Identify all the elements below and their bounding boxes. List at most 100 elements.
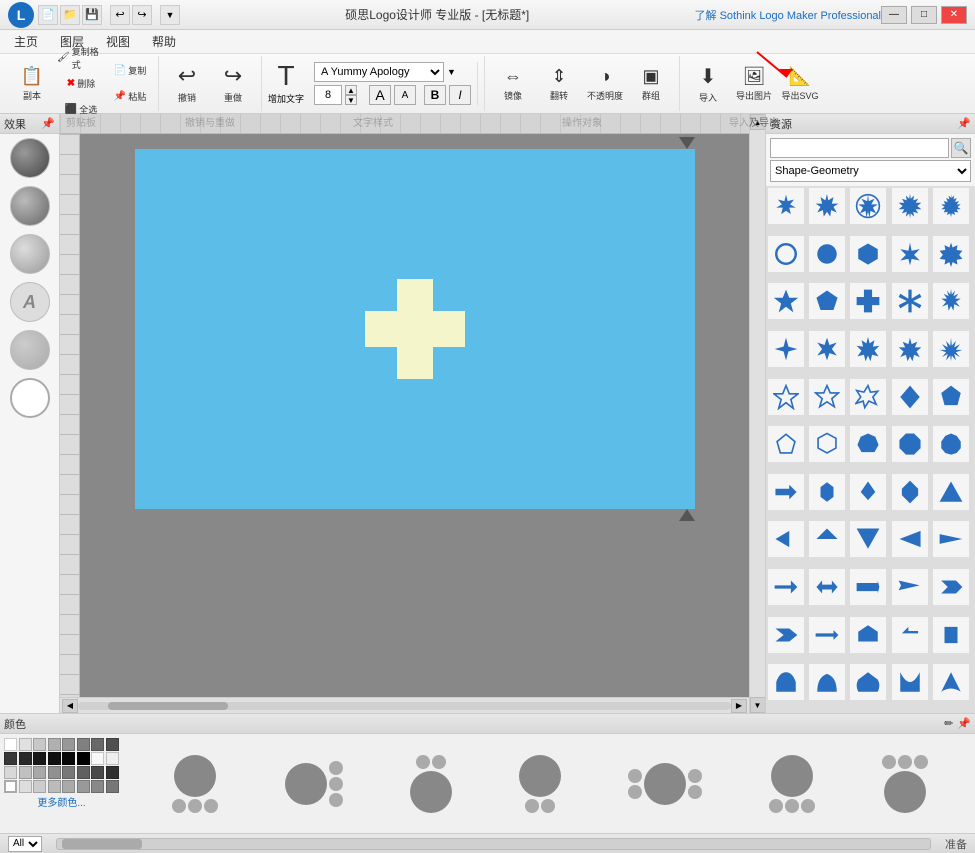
shape-parallelogram[interactable] bbox=[933, 617, 969, 653]
canvas-container[interactable] bbox=[80, 134, 749, 697]
swatch-darkgray3[interactable] bbox=[4, 752, 17, 765]
swatch-lightgray1[interactable] bbox=[19, 738, 32, 751]
shape-arrow-r2[interactable] bbox=[768, 521, 804, 557]
swatch-darkgray1[interactable] bbox=[91, 738, 104, 751]
shape-octagon[interactable] bbox=[892, 426, 928, 462]
swatch-darkgray7[interactable] bbox=[62, 752, 75, 765]
group-btn[interactable]: ▣ 群组 bbox=[629, 59, 673, 109]
hscrollbar[interactable]: ◀ ▶ bbox=[60, 697, 749, 713]
shape-star5outline[interactable] bbox=[768, 379, 804, 415]
shape-star7outline[interactable] bbox=[850, 379, 886, 415]
shape-diamond3[interactable] bbox=[850, 474, 886, 510]
import-btn[interactable]: ⬇ 导入 bbox=[686, 59, 730, 109]
effect-flat-sphere[interactable] bbox=[10, 330, 50, 370]
swatch-gray1[interactable] bbox=[48, 738, 61, 751]
swatch-silver2[interactable] bbox=[19, 766, 32, 779]
shape-curve1[interactable] bbox=[768, 664, 804, 700]
hscroll-right-btn[interactable]: ▶ bbox=[731, 699, 747, 713]
effect-dark-sphere[interactable] bbox=[10, 138, 50, 178]
new-btn[interactable]: 📄 bbox=[38, 5, 58, 25]
swatch-medium1[interactable] bbox=[48, 766, 61, 779]
shape-arrow10[interactable] bbox=[892, 617, 928, 653]
shape-heptagon[interactable] bbox=[850, 426, 886, 462]
redo-title-btn[interactable]: ↪ bbox=[132, 5, 152, 25]
effect-outline-sphere[interactable] bbox=[10, 378, 50, 418]
effect-light-sphere[interactable] bbox=[10, 234, 50, 274]
menu-extra[interactable]: ▼ bbox=[160, 5, 180, 25]
add-text-label[interactable]: 增加文字 bbox=[268, 92, 304, 105]
shape-hexagon[interactable] bbox=[850, 236, 886, 272]
search-button[interactable]: 🔍 bbox=[951, 138, 971, 158]
paste-copy-btn[interactable]: 📄 复制 bbox=[108, 59, 152, 83]
shape-circle-outline[interactable] bbox=[768, 236, 804, 272]
save-btn[interactable]: 💾 bbox=[82, 5, 102, 25]
shape-starburst14[interactable] bbox=[892, 188, 928, 224]
vscroll-down-btn[interactable]: ▼ bbox=[750, 697, 766, 713]
swatch-darkgray5[interactable] bbox=[33, 752, 46, 765]
shape-starburst12[interactable] bbox=[850, 188, 886, 224]
shape-circle-filled[interactable] bbox=[809, 236, 845, 272]
shape-pentagon3[interactable] bbox=[768, 426, 804, 462]
swatch-white[interactable] bbox=[4, 738, 17, 751]
shape-star7[interactable] bbox=[850, 331, 886, 367]
swatch-medium2[interactable] bbox=[62, 766, 75, 779]
shape-diamond4[interactable] bbox=[892, 474, 928, 510]
color-edit-icon[interactable]: ✏ bbox=[944, 717, 953, 730]
swatch-88[interactable] bbox=[91, 780, 104, 793]
delete-btn[interactable]: ✖ 删除 bbox=[56, 72, 106, 96]
bold-btn[interactable]: B bbox=[424, 85, 446, 105]
shape-triangle[interactable] bbox=[933, 474, 969, 510]
shape-cross-plus[interactable] bbox=[850, 283, 886, 319]
swatch-lightgray2[interactable] bbox=[33, 738, 46, 751]
shape-diamond[interactable] bbox=[892, 379, 928, 415]
minimize-button[interactable]: — bbox=[881, 6, 907, 24]
swatch-darkgray4[interactable] bbox=[19, 752, 32, 765]
close-button[interactable]: ✕ bbox=[941, 6, 967, 24]
font-size-input[interactable] bbox=[314, 85, 342, 105]
minus-size-btn[interactable]: A bbox=[369, 85, 391, 105]
shape-tri5[interactable] bbox=[933, 521, 969, 557]
shape-arrow4[interactable] bbox=[809, 569, 845, 605]
effect-text-a[interactable]: A bbox=[10, 282, 50, 322]
export-svg-btn[interactable]: 📐 导出SVG bbox=[778, 59, 822, 109]
swatch-darkgray6[interactable] bbox=[48, 752, 61, 765]
swatch-offwhite[interactable] bbox=[106, 752, 119, 765]
shape-chevron[interactable] bbox=[933, 569, 969, 605]
shape-curve2[interactable] bbox=[809, 664, 845, 700]
hscroll-left-btn[interactable]: ◀ bbox=[62, 699, 78, 713]
italic-btn[interactable]: I bbox=[449, 85, 471, 105]
flip-btn[interactable]: ⇕ 翻转 bbox=[537, 59, 581, 109]
shape-star6outline[interactable] bbox=[809, 379, 845, 415]
canvas[interactable] bbox=[135, 149, 695, 509]
swatch-bb[interactable] bbox=[48, 780, 61, 793]
shape-curve4[interactable] bbox=[933, 664, 969, 700]
swatch-77[interactable] bbox=[106, 780, 119, 793]
shape-curve3[interactable] bbox=[892, 664, 928, 700]
more-colors-link[interactable]: 更多颜色... bbox=[4, 794, 119, 809]
paste-btn[interactable]: 📌 粘贴 bbox=[108, 85, 152, 109]
hscroll-thumb[interactable] bbox=[108, 702, 228, 710]
shape-hexagon2[interactable] bbox=[809, 426, 845, 462]
copy-btn[interactable]: 📋 副本 bbox=[10, 59, 54, 109]
color-hscroll-thumb[interactable] bbox=[62, 839, 142, 849]
swatch-medium3[interactable] bbox=[77, 766, 90, 779]
category-select[interactable]: Shape-Geometry bbox=[770, 160, 971, 182]
maximize-button[interactable]: □ bbox=[911, 6, 937, 24]
shape-star6[interactable] bbox=[809, 331, 845, 367]
swatch-w2[interactable] bbox=[4, 780, 17, 793]
shape-star8pts[interactable] bbox=[892, 236, 928, 272]
swatch-aa[interactable] bbox=[62, 780, 75, 793]
color-pin-icon[interactable]: 📌 bbox=[957, 717, 971, 730]
shape-pentagon4[interactable] bbox=[850, 664, 886, 700]
shape-badge[interactable] bbox=[933, 236, 969, 272]
font-size-up[interactable]: ▲ bbox=[345, 85, 357, 95]
swatch-medium4[interactable] bbox=[91, 766, 104, 779]
shape-star8[interactable] bbox=[892, 331, 928, 367]
add-text-icon[interactable]: T bbox=[277, 62, 294, 90]
plus-size-btn[interactable]: A bbox=[394, 85, 416, 105]
shape-tri4[interactable] bbox=[892, 521, 928, 557]
shape-arrow-up[interactable] bbox=[809, 521, 845, 557]
shape-star5[interactable] bbox=[768, 283, 804, 319]
shape-nonagon[interactable] bbox=[933, 426, 969, 462]
shape-tri3[interactable] bbox=[850, 521, 886, 557]
